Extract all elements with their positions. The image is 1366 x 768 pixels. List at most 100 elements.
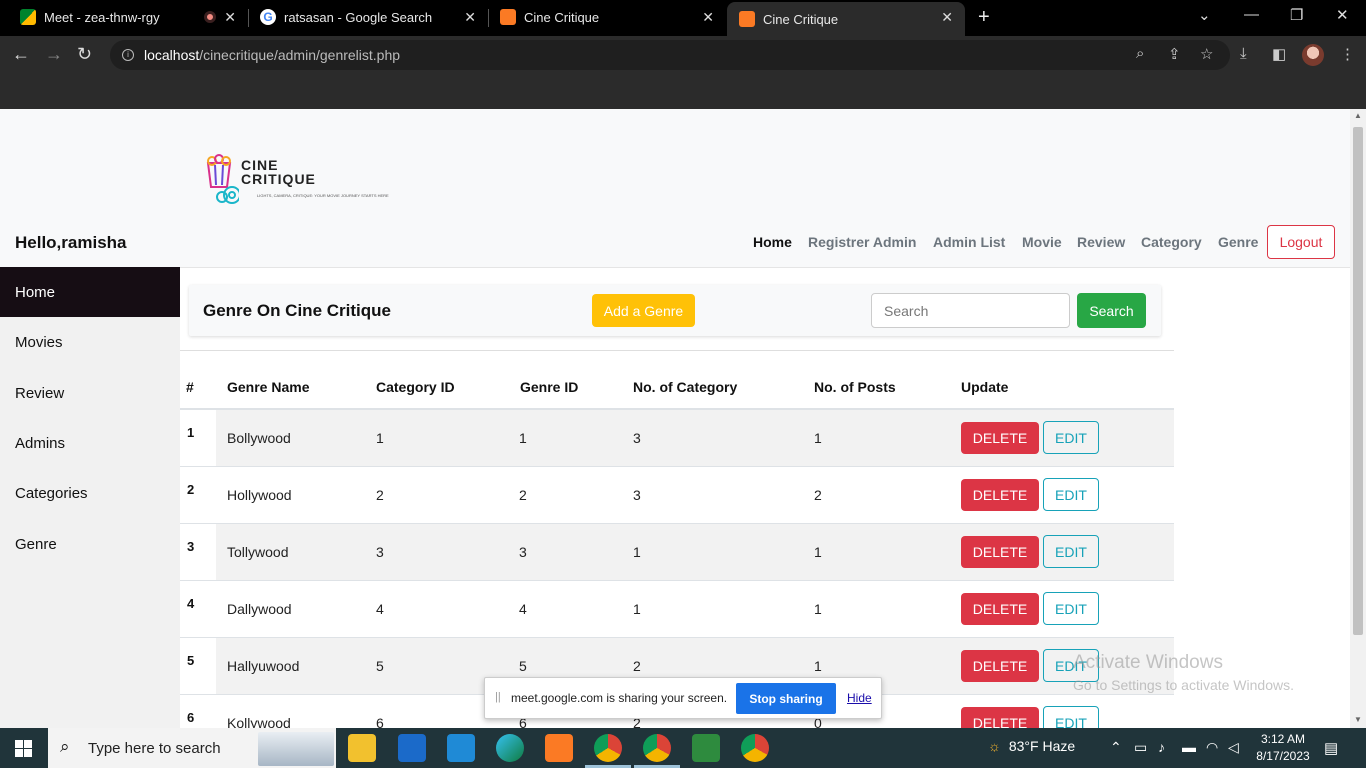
- delete-button[interactable]: DELETE: [961, 479, 1039, 511]
- edit-button[interactable]: EDIT: [1043, 478, 1099, 511]
- google-icon: G: [260, 9, 276, 25]
- hide-link[interactable]: Hide: [847, 691, 872, 705]
- logo-title-line2: CRITIQUE: [241, 171, 316, 187]
- search-button[interactable]: Search: [1077, 293, 1146, 328]
- share-icon[interactable]: ⇪: [1168, 45, 1181, 63]
- url-field[interactable]: i localhost/cinecritique/admin/genrelist…: [110, 40, 1230, 70]
- close-icon[interactable]: ✕: [224, 9, 236, 26]
- xampp-icon[interactable]: [545, 734, 573, 762]
- category-id: 3: [376, 544, 384, 560]
- chrome-profile-icon[interactable]: [643, 734, 671, 762]
- tab-cine-critique-active[interactable]: Cine Critique ✕: [727, 2, 965, 36]
- sidebar-item-review[interactable]: Review: [0, 368, 180, 418]
- nav-register-admin[interactable]: Registrer Admin: [808, 234, 916, 250]
- genre-id: 5: [519, 658, 527, 674]
- activate-windows-title: Activate Windows: [1073, 652, 1223, 673]
- scroll-down-icon[interactable]: ▼: [1354, 715, 1362, 724]
- close-icon[interactable]: ✕: [464, 9, 476, 26]
- delete-button[interactable]: DELETE: [961, 707, 1039, 728]
- nav-admin-list[interactable]: Admin List: [933, 234, 1005, 250]
- divider: [180, 350, 1174, 351]
- nav-review[interactable]: Review: [1077, 234, 1125, 250]
- info-icon[interactable]: i: [122, 49, 134, 61]
- tab-title: Cine Critique: [763, 11, 839, 27]
- restore-icon[interactable]: ❐: [1290, 6, 1303, 24]
- volume-icon[interactable]: ◁: [1228, 739, 1239, 756]
- new-tab-button[interactable]: +: [978, 6, 990, 29]
- bookmark-star-icon[interactable]: ☆: [1200, 45, 1213, 63]
- nav-genre[interactable]: Genre: [1218, 234, 1258, 250]
- weather-widget[interactable]: ☼ 83°F Haze: [988, 738, 1075, 754]
- scroll-thumb[interactable]: [1353, 127, 1363, 635]
- clock-time: 3:12 AM: [1260, 732, 1306, 746]
- zoom-icon[interactable]: ⌕: [1136, 45, 1144, 62]
- battery-icon[interactable]: ▬: [1182, 739, 1196, 755]
- sidebar-item-home[interactable]: Home: [0, 267, 180, 317]
- avatar[interactable]: [1302, 44, 1324, 66]
- delete-button[interactable]: DELETE: [961, 593, 1039, 625]
- drag-handle-icon[interactable]: ||: [495, 691, 501, 703]
- delete-button[interactable]: DELETE: [961, 536, 1039, 568]
- tab-title: Cine Critique: [524, 9, 600, 25]
- delete-button[interactable]: DELETE: [961, 422, 1039, 454]
- table-row: 4 Dallywood 4 4 1 1 DELETE EDIT: [180, 580, 1174, 637]
- meet-present-icon[interactable]: ▭: [1134, 739, 1147, 756]
- sidebar-item-admins[interactable]: Admins: [0, 418, 180, 468]
- download-icon[interactable]: ⤓: [1240, 45, 1247, 62]
- sidebar-item-categories[interactable]: Categories: [0, 468, 180, 518]
- sidebar-item-genre[interactable]: Genre: [0, 519, 180, 569]
- delete-button[interactable]: DELETE: [961, 650, 1039, 682]
- add-genre-button[interactable]: Add a Genre: [592, 294, 695, 327]
- xampp-icon: [500, 9, 516, 25]
- minimize-icon[interactable]: —: [1244, 6, 1259, 23]
- nav-category[interactable]: Category: [1141, 234, 1202, 250]
- page-scrollbar[interactable]: ▲ ▼: [1350, 109, 1366, 728]
- tab-meet[interactable]: Meet - zea-thnw-rgy ✕: [8, 0, 248, 34]
- search-input[interactable]: [871, 293, 1070, 328]
- edit-button[interactable]: EDIT: [1043, 706, 1099, 728]
- edit-button[interactable]: EDIT: [1043, 535, 1099, 568]
- sidebar: Home Movies Review Admins Categories Gen…: [0, 267, 180, 728]
- logout-button[interactable]: Logout: [1267, 225, 1335, 259]
- edit-button[interactable]: EDIT: [1043, 421, 1099, 454]
- chrome-icon-2[interactable]: [741, 734, 769, 762]
- menu-icon[interactable]: ⋮: [1340, 45, 1355, 63]
- close-window-icon[interactable]: ✕: [1336, 6, 1349, 24]
- chrome-icon[interactable]: [594, 734, 622, 762]
- scroll-up-icon[interactable]: ▲: [1354, 111, 1362, 120]
- nav-home[interactable]: Home: [753, 234, 792, 250]
- row-number: 4: [180, 581, 216, 637]
- windows-start-icon[interactable]: [15, 740, 32, 757]
- microphone-icon[interactable]: ♪: [1158, 739, 1165, 755]
- stop-sharing-button[interactable]: Stop sharing: [736, 683, 836, 714]
- spreadsheet-icon[interactable]: [692, 734, 720, 762]
- close-icon[interactable]: ✕: [702, 9, 714, 26]
- genre-id: 3: [519, 544, 527, 560]
- sidebar-item-movies[interactable]: Movies: [0, 317, 180, 367]
- xampp-icon: [739, 11, 755, 27]
- mail-icon[interactable]: [447, 734, 475, 762]
- logo[interactable]: CINE CRITIQUE LIGHTS, CAMERA, CRITIQUE: …: [205, 153, 389, 205]
- clock[interactable]: 3:12 AM 8/17/2023: [1254, 732, 1312, 763]
- col-num: #: [186, 379, 194, 395]
- close-icon[interactable]: ✕: [941, 9, 953, 26]
- genre-id: 2: [519, 487, 527, 503]
- edit-button[interactable]: EDIT: [1043, 592, 1099, 625]
- store-icon[interactable]: [398, 734, 426, 762]
- back-icon[interactable]: ←: [12, 44, 30, 65]
- notification-icon[interactable]: ▤: [1324, 739, 1338, 757]
- tab-cine-critique[interactable]: Cine Critique ✕: [488, 0, 726, 34]
- chevron-up-icon[interactable]: ⌃: [1110, 739, 1122, 756]
- logo-header: CINE CRITIQUE LIGHTS, CAMERA, CRITIQUE: …: [0, 109, 1350, 217]
- side-panel-icon[interactable]: ◧: [1272, 45, 1286, 63]
- wifi-icon[interactable]: ◠: [1206, 739, 1218, 756]
- nav-movie[interactable]: Movie: [1022, 234, 1062, 250]
- file-explorer-icon[interactable]: [348, 734, 376, 762]
- reload-icon[interactable]: ↻: [77, 44, 92, 65]
- edge-icon[interactable]: [496, 734, 524, 762]
- tab-search-icon[interactable]: ⌄: [1198, 6, 1211, 24]
- col-update: Update: [961, 379, 1009, 395]
- taskbar-search[interactable]: ⌕ Type here to search: [48, 728, 336, 768]
- forward-icon[interactable]: →: [45, 44, 63, 65]
- tab-google-search[interactable]: G ratsasan - Google Search ✕: [248, 0, 488, 34]
